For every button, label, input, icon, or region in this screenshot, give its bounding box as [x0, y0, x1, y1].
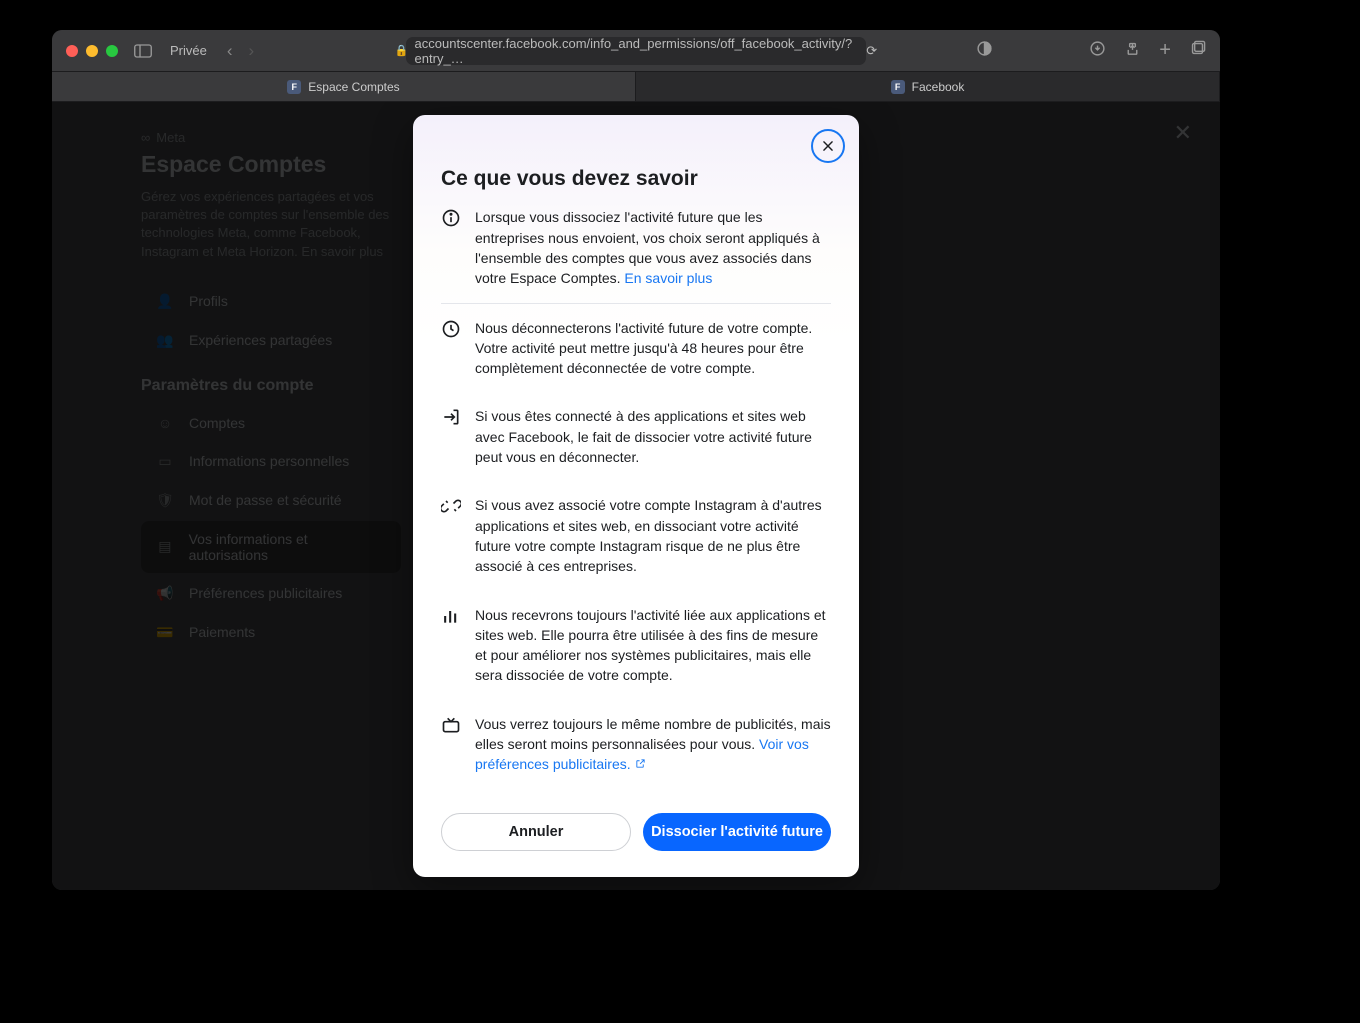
window-minimize-button[interactable] [86, 45, 98, 57]
logout-icon [441, 407, 461, 467]
modal-item-text: Nous déconnecterons l'activité future de… [475, 318, 831, 379]
modal-item: Nous recevrons toujours l'activité liée … [441, 591, 831, 700]
forward-button[interactable]: › [249, 41, 255, 61]
tv-icon [441, 715, 461, 775]
nav-arrows: ‹ › [227, 41, 254, 61]
external-link-icon [635, 758, 646, 769]
tab-facebook[interactable]: F Facebook [636, 72, 1220, 101]
download-icon[interactable] [1089, 40, 1106, 62]
shield-icon[interactable] [976, 40, 993, 62]
modal-item: Si vous avez associé votre compte Instag… [441, 481, 831, 590]
confirm-modal: Ce que vous devez savoir Lorsque vous di… [413, 115, 859, 876]
share-icon[interactable] [1124, 40, 1141, 62]
bar-chart-icon [441, 606, 461, 686]
private-mode-label: Privée [170, 43, 207, 58]
browser-window: Privée ‹ › 🔒 accountscenter.facebook.com… [52, 30, 1220, 890]
modal-footer: Annuler Dissocier l'activité future [413, 789, 859, 877]
clock-icon [441, 319, 461, 379]
info-icon [441, 208, 461, 288]
address-bar[interactable]: 🔒 accountscenter.facebook.com/info_and_p… [406, 37, 866, 65]
close-icon [821, 139, 835, 153]
url-text: accountscenter.facebook.com/info_and_per… [415, 36, 853, 66]
sidebar-toggle-icon[interactable] [134, 44, 152, 58]
traffic-lights [66, 45, 118, 57]
lock-icon: 🔒 [395, 44, 409, 57]
tab-overview-icon[interactable] [1189, 40, 1206, 62]
tab-favicon: F [891, 80, 905, 94]
modal-item-text: Vous verrez toujours le même nombre de p… [475, 714, 831, 775]
back-button[interactable]: ‹ [227, 41, 233, 61]
reload-icon[interactable]: ⟳ [866, 43, 877, 59]
modal-item-text: Si vous avez associé votre compte Instag… [475, 495, 831, 576]
modal-overlay: Ce que vous devez savoir Lorsque vous di… [52, 102, 1220, 890]
browser-toolbar: Privée ‹ › 🔒 accountscenter.facebook.com… [52, 30, 1220, 72]
modal-item-text: Lorsque vous dissociez l'activité future… [475, 207, 831, 288]
modal-item-text: Nous recevrons toujours l'activité liée … [475, 605, 831, 686]
window-close-button[interactable] [66, 45, 78, 57]
new-tab-icon[interactable]: + [1159, 39, 1171, 62]
modal-body: Lorsque vous dissociez l'activité future… [413, 207, 859, 788]
learn-more-link[interactable]: En savoir plus [624, 270, 712, 286]
unlink-icon [441, 496, 461, 576]
tab-label: Facebook [912, 80, 965, 94]
confirm-button[interactable]: Dissocier l'activité future [643, 813, 831, 851]
tab-espace-comptes[interactable]: F Espace Comptes [52, 72, 636, 101]
toolbar-right-icons: + [976, 39, 1206, 62]
modal-item-text: Si vous êtes connecté à des applications… [475, 406, 831, 467]
cancel-button[interactable]: Annuler [441, 813, 631, 851]
modal-title: Ce que vous devez savoir [413, 115, 859, 207]
page-content: ✕ ∞Meta Espace Comptes Gérez vos expérie… [52, 102, 1220, 890]
modal-item: Nous déconnecterons l'activité future de… [441, 304, 831, 393]
modal-item: Vous verrez toujours le même nombre de p… [441, 700, 831, 789]
modal-item: Si vous êtes connecté à des applications… [441, 392, 831, 481]
browser-tabs: F Espace Comptes F Facebook [52, 72, 1220, 102]
tab-label: Espace Comptes [308, 80, 399, 94]
tab-favicon: F [287, 80, 301, 94]
window-maximize-button[interactable] [106, 45, 118, 57]
modal-item: Lorsque vous dissociez l'activité future… [441, 207, 831, 303]
